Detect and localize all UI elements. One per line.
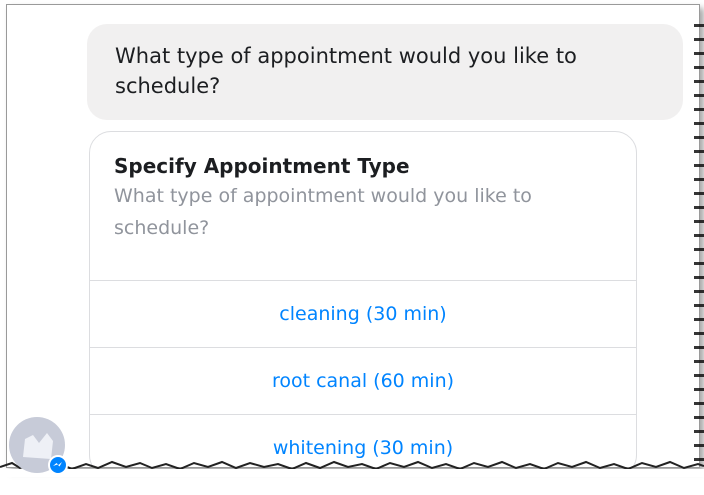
card-header: Specify Appointment Type What type of ap… [90,132,636,281]
torn-right-edge [694,24,704,464]
messenger-badge-icon [48,455,68,475]
card-title: Specify Appointment Type [114,154,410,178]
option-cleaning-button[interactable]: cleaning (30 min) [90,281,636,348]
appointment-type-card: Specify Appointment Type What type of ap… [89,131,637,467]
card-subtitle: What type of appointment would you like … [114,185,532,239]
option-root-canal-button[interactable]: root canal (60 min) [90,348,636,415]
bot-message-text: What type of appointment would you like … [115,44,577,98]
screenshot-frame: What type of appointment would you like … [6,4,700,468]
bot-message-bubble: What type of appointment would you like … [87,24,683,120]
torn-bottom-edge [0,460,704,477]
